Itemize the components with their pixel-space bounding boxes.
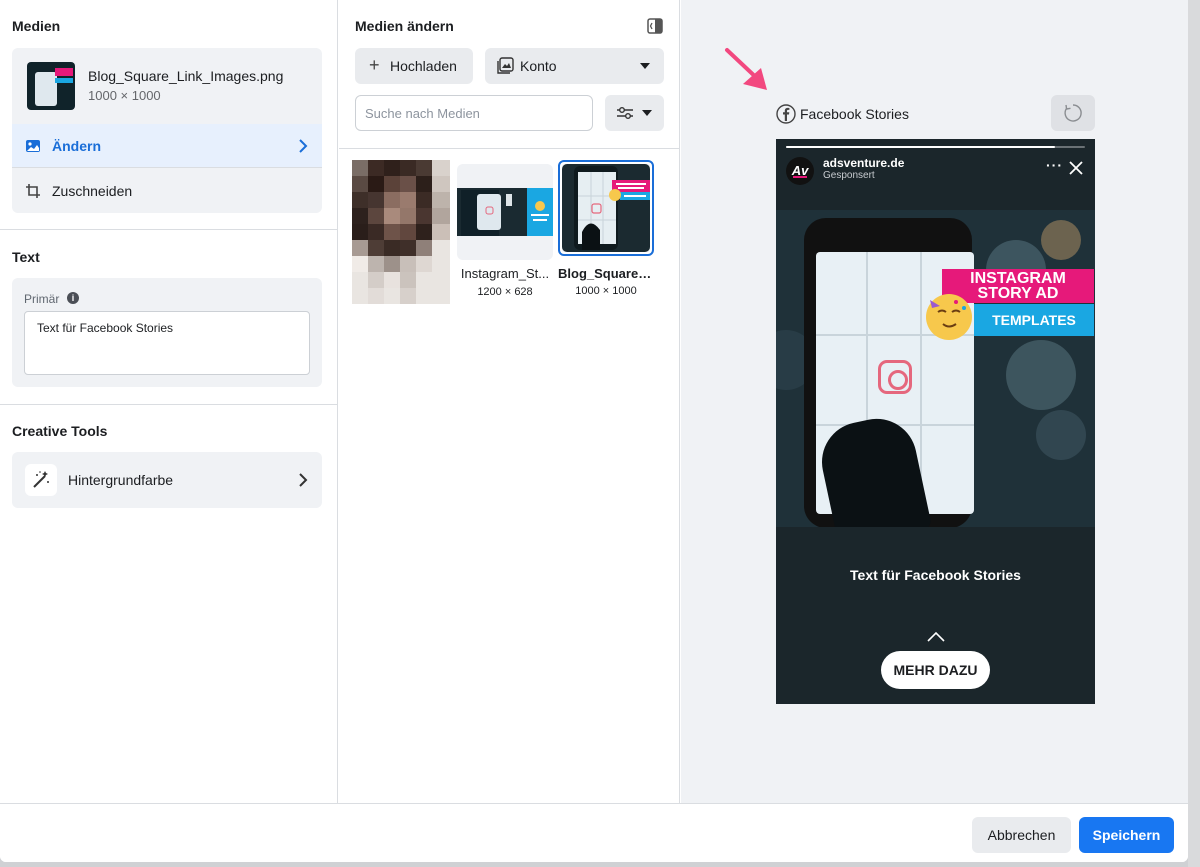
- media-tile-thumbnail: [558, 160, 654, 256]
- media-tile-dimensions: 1200 × 628: [477, 286, 533, 298]
- ad-banner-templates: TEMPLATES: [974, 304, 1094, 336]
- plus-icon: +: [369, 55, 380, 75]
- chevron-right-icon: [298, 138, 308, 159]
- more-options-icon[interactable]: ···: [1046, 157, 1063, 173]
- story-ad-image: INSTAGRAM STORY AD TEMPLATES: [776, 210, 1095, 527]
- story-sponsored-label: Gesponsert: [823, 170, 875, 181]
- dialog-footer: Abbrechen Speichern: [0, 803, 1188, 862]
- story-progress-fill: [786, 146, 1056, 148]
- upload-button[interactable]: + Hochladen: [355, 48, 473, 84]
- placement-label: Facebook Stories: [800, 106, 909, 122]
- story-account-name: adsventure.de: [823, 156, 905, 170]
- party-emoji-icon: [926, 294, 972, 340]
- media-library-panel: Medien ändern + Hochladen Konto Suche na…: [339, 0, 680, 803]
- media-tile-blog-selected[interactable]: Blog_Square_... 1000 × 1000: [558, 160, 654, 297]
- primary-text-label: Primär: [24, 292, 60, 306]
- avatar: Av: [786, 157, 814, 185]
- divider: [339, 148, 680, 149]
- media-thumbnail: [27, 62, 75, 110]
- change-media-label: Ändern: [52, 138, 101, 154]
- edit-media-dialog: Medien Blog_Square_Link_Images.png 1000 …: [0, 0, 1188, 862]
- media-tile-dimensions: 1000 × 1000: [575, 285, 637, 297]
- current-media: Blog_Square_Link_Images.png 1000 × 1000: [12, 48, 322, 124]
- close-icon[interactable]: [1069, 161, 1083, 180]
- refresh-icon: [1063, 103, 1083, 128]
- facebook-icon: [776, 104, 796, 129]
- info-icon[interactable]: i: [67, 292, 79, 304]
- media-file-name: Blog_Square_Link_Images.png: [88, 68, 284, 84]
- instagram-icon: [878, 360, 912, 394]
- magic-wand-icon: [25, 464, 57, 496]
- save-button[interactable]: Speichern: [1079, 817, 1174, 853]
- cancel-button[interactable]: Abbrechen: [972, 817, 1071, 853]
- change-media-button[interactable]: Ändern: [12, 124, 322, 168]
- arrow-annotation-icon: [721, 42, 781, 105]
- account-label: Konto: [520, 58, 557, 74]
- cta-button[interactable]: MEHR DAZU: [881, 651, 990, 689]
- creative-tools-title: Creative Tools: [12, 423, 108, 439]
- text-section-title: Text: [12, 249, 40, 265]
- media-search-input[interactable]: [355, 95, 593, 131]
- primary-text-card: Primär i Text für Facebook Stories: [12, 278, 322, 387]
- media-tile-name: Instagram_St...: [460, 266, 550, 281]
- media-tile-blurred[interactable]: [352, 160, 450, 304]
- change-media-title: Medien ändern: [355, 18, 454, 34]
- chevron-right-icon: [298, 472, 308, 493]
- upload-label: Hochladen: [390, 58, 457, 74]
- media-card: Blog_Square_Link_Images.png 1000 × 1000 …: [12, 48, 322, 213]
- preview-panel: Facebook Stories Av adsventure.de Gespon…: [681, 0, 1188, 803]
- left-panel: Medien Blog_Square_Link_Images.png 1000 …: [0, 0, 338, 803]
- refresh-preview-button[interactable]: [1051, 95, 1095, 131]
- story-preview: Av adsventure.de Gesponsert ··· INSTAGRA…: [776, 139, 1095, 704]
- chevron-up-icon: [926, 630, 946, 648]
- primary-text-field[interactable]: Text für Facebook Stories: [24, 311, 310, 375]
- ad-banner-line1: INSTAGRAM: [970, 270, 1066, 287]
- gallery-icon: [497, 57, 514, 77]
- story-primary-text: Text für Facebook Stories: [850, 567, 1021, 583]
- caret-down-icon: [640, 63, 650, 69]
- media-tile-instagram[interactable]: Instagram_St... 1200 × 628: [457, 164, 553, 298]
- scrollbar[interactable]: [1188, 0, 1200, 867]
- story-progress-bar: [786, 146, 1085, 148]
- account-dropdown[interactable]: Konto: [485, 48, 664, 84]
- medien-title: Medien: [12, 18, 61, 34]
- media-dimensions: 1000 × 1000: [88, 88, 161, 103]
- crop-icon: [25, 183, 41, 204]
- crop-button[interactable]: Zuschneiden: [12, 169, 322, 213]
- background-color-button[interactable]: Hintergrundfarbe: [12, 452, 322, 508]
- divider: [0, 229, 338, 230]
- media-tile-name: Blog_Square_...: [558, 266, 654, 281]
- media-tile-thumbnail: [457, 164, 553, 260]
- image-icon: [25, 138, 41, 159]
- crop-label: Zuschneiden: [52, 183, 133, 199]
- sliders-icon: [616, 105, 634, 124]
- background-color-label: Hintergrundfarbe: [68, 472, 174, 488]
- divider: [0, 404, 338, 405]
- collapse-panel-icon[interactable]: [647, 18, 663, 39]
- filter-dropdown[interactable]: [605, 95, 664, 131]
- caret-down-icon: [642, 110, 652, 116]
